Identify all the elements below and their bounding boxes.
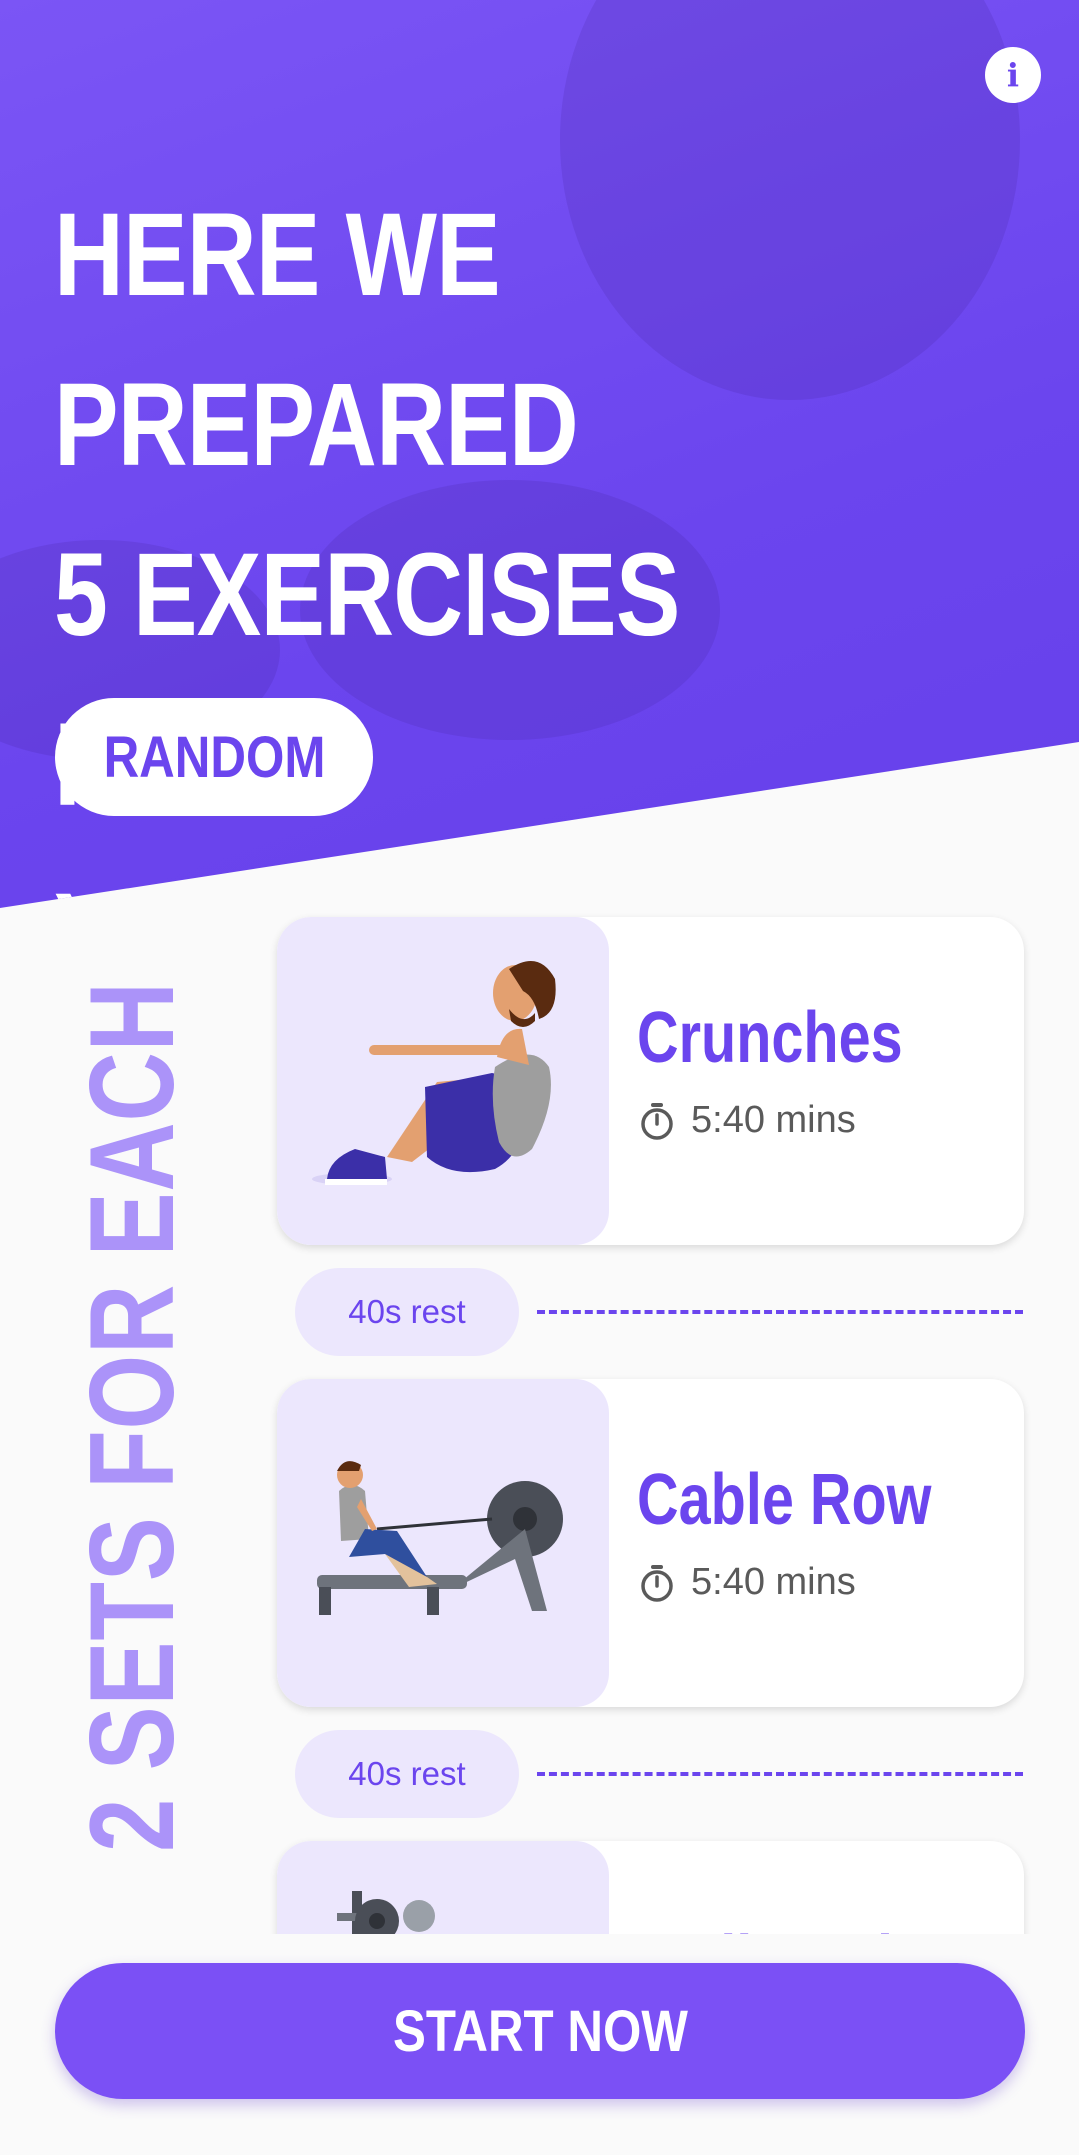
exercise-name: Incline Chest [637, 1921, 995, 1934]
exercise-list: Crunches 5:40 mins 40s rest Cable Row 5:… [0, 0, 1079, 1934]
exercise-card[interactable]: Incline Chest [277, 1841, 1024, 1934]
crunches-illustration [277, 917, 609, 1245]
start-now-button[interactable]: START NOW [55, 1963, 1025, 2099]
exercise-duration: 5:40 mins [637, 1561, 856, 1604]
exercise-duration: 5:40 mins [637, 1099, 856, 1142]
dashed-line [537, 1310, 1023, 1314]
rest-divider: 40s rest [295, 1730, 1025, 1818]
dashed-line [537, 1772, 1023, 1776]
exercise-name: Cable Row [637, 1460, 932, 1540]
exercise-name: Crunches [637, 998, 903, 1078]
rest-badge: 40s rest [295, 1268, 519, 1356]
exercise-card[interactable]: Cable Row 5:40 mins [277, 1379, 1024, 1707]
exercise-duration-text: 5:40 mins [691, 1561, 856, 1603]
timer-icon [641, 1564, 673, 1602]
timer-icon [641, 1102, 673, 1140]
incline-chest-illustration [277, 1841, 609, 1934]
exercise-card[interactable]: Crunches 5:40 mins [277, 917, 1024, 1245]
exercise-duration-text: 5:40 mins [691, 1099, 856, 1141]
rest-divider: 40s rest [295, 1268, 1025, 1356]
cable-row-illustration [277, 1379, 609, 1707]
start-now-label: START NOW [392, 1998, 688, 2064]
rest-badge: 40s rest [295, 1730, 519, 1818]
